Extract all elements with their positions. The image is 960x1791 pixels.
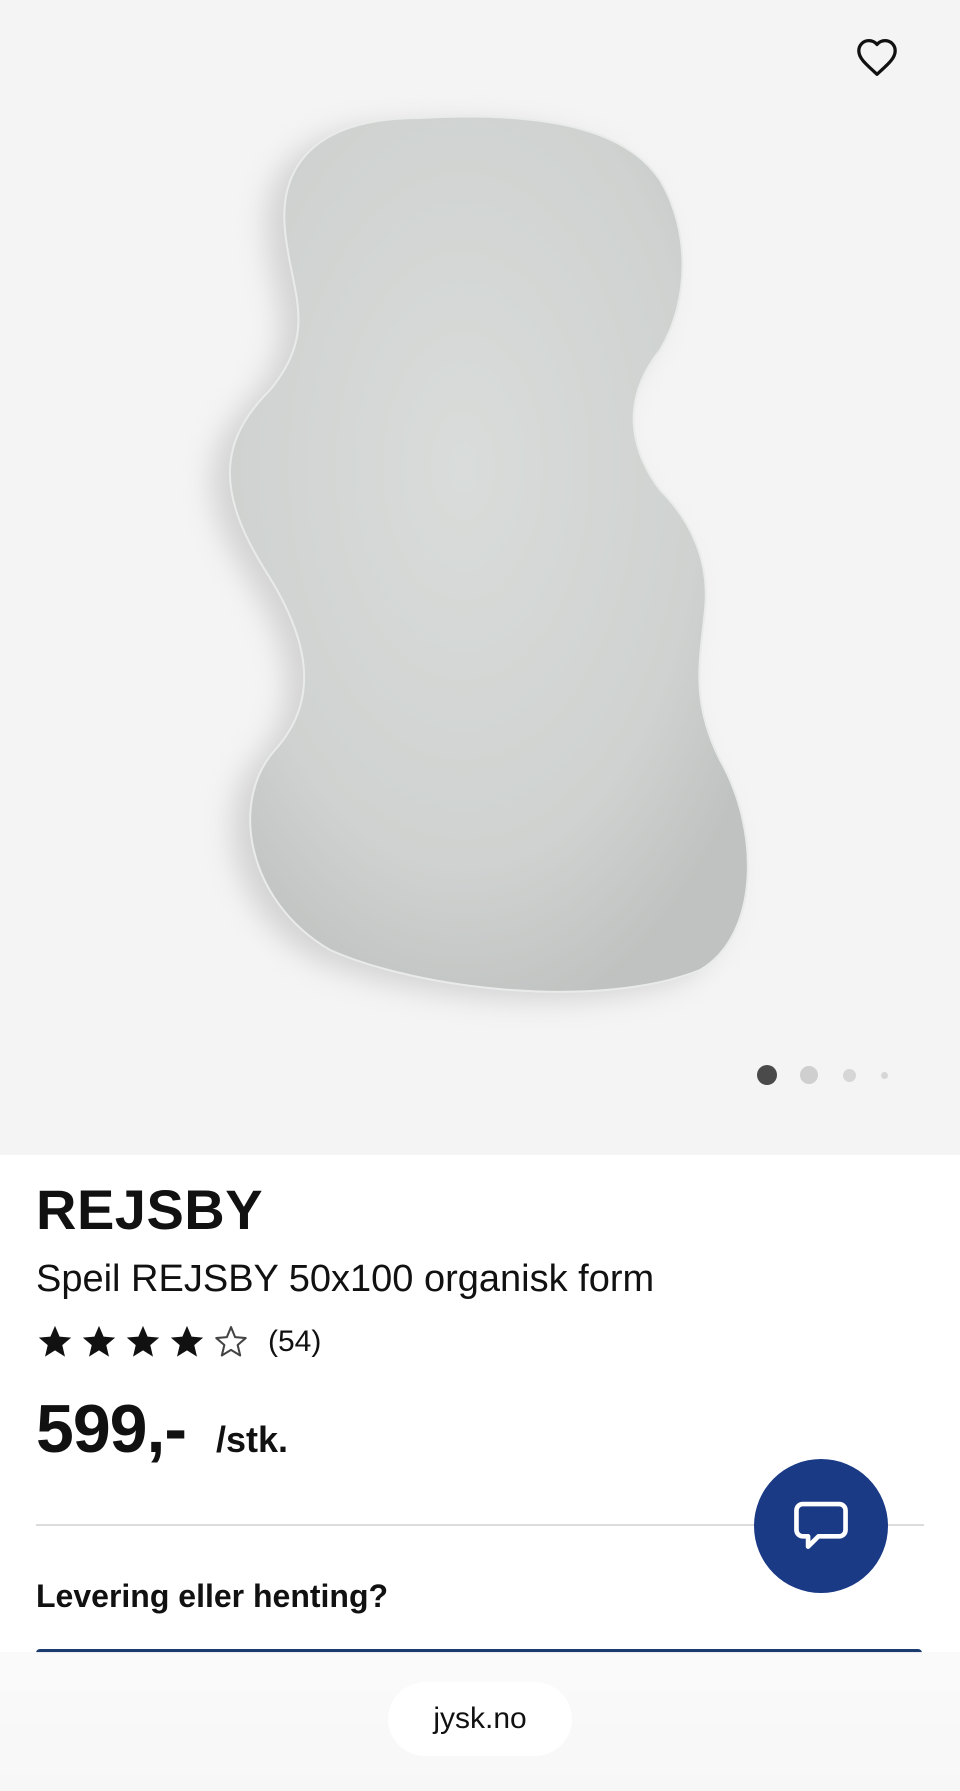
product-price: 599,- /stk. <box>36 1390 288 1468</box>
heart-outline-icon <box>857 39 897 76</box>
star-filled-icon <box>126 1325 160 1357</box>
product-brand-title: REJSBY <box>36 1178 264 1241</box>
product-image <box>211 115 749 1000</box>
product-rating[interactable]: (54) <box>36 1318 321 1366</box>
review-count[interactable]: (54) <box>268 1325 321 1359</box>
gallery-pagination <box>0 1060 960 1090</box>
gallery-dot[interactable] <box>881 1072 888 1079</box>
product-image-gallery[interactable] <box>0 0 960 1155</box>
price-unit: /stk. <box>216 1419 289 1460</box>
gallery-dot[interactable] <box>843 1069 856 1082</box>
gallery-dot-active[interactable] <box>757 1065 777 1085</box>
star-outline-icon <box>215 1326 247 1357</box>
star-filled-icon <box>38 1325 72 1357</box>
product-name: Speil REJSBY 50x100 organisk form <box>36 1258 655 1300</box>
chat-bubble-icon <box>794 1501 848 1549</box>
star-filled-icon <box>82 1325 116 1357</box>
gallery-dot[interactable] <box>800 1066 818 1084</box>
favorite-button[interactable] <box>850 30 904 84</box>
chat-button[interactable] <box>754 1459 888 1593</box>
delivery-heading: Levering eller henting? <box>36 1578 389 1614</box>
star-filled-icon <box>170 1325 204 1357</box>
browser-url: jysk.no <box>433 1702 527 1735</box>
price-amount: 599,- <box>36 1391 187 1467</box>
browser-url-pill[interactable]: jysk.no <box>388 1682 572 1756</box>
